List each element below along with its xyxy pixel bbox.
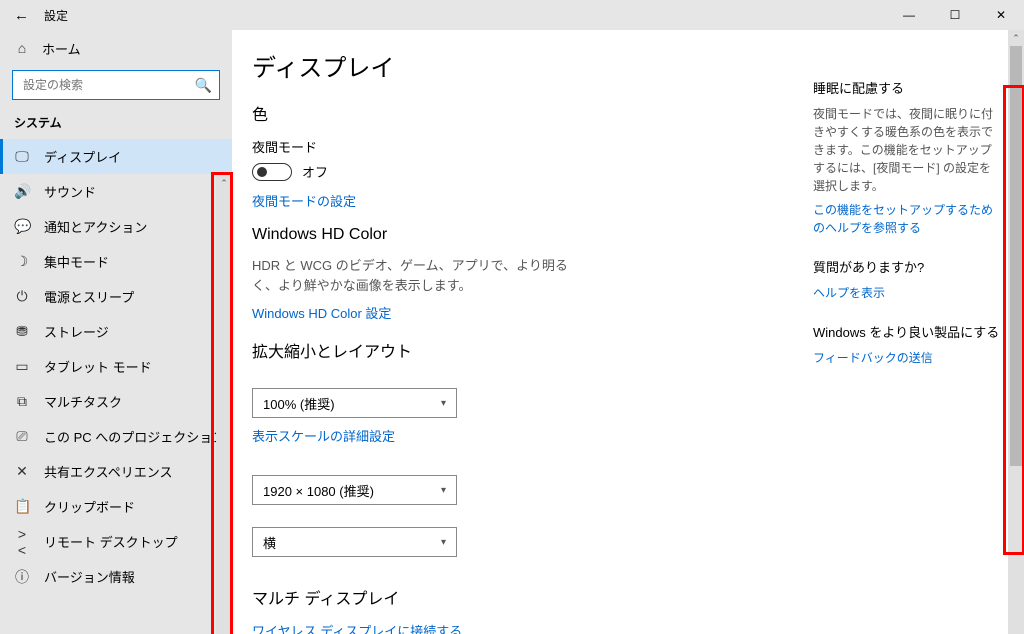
nav-icon: ⎚ <box>14 428 30 445</box>
nav-icon: 💬 <box>14 218 30 235</box>
sidebar-item-label: 共有エクスペリエンス <box>44 462 172 481</box>
nav-icon: ✕ <box>14 463 30 480</box>
sidebar-item[interactable]: 📋 クリップボード <box>0 489 232 524</box>
sidebar-item[interactable]: >< リモート デスクトップ <box>0 524 232 559</box>
back-button[interactable]: ← <box>14 7 32 24</box>
scale-dropdown[interactable]: 100% (推奨) ▾ <box>252 388 457 418</box>
chevron-down-icon: ▾ <box>441 485 446 496</box>
nav-icon: 📋 <box>14 498 30 515</box>
minimize-button[interactable]: — <box>886 0 932 30</box>
nav-icon: ⧉ <box>14 393 30 410</box>
nav-icon: 🖵 <box>14 148 30 165</box>
nav-icon: ⛃ <box>14 323 30 340</box>
sidebar-item[interactable]: ☽ 集中モード <box>0 244 232 279</box>
sidebar-item[interactable]: ⛃ ストレージ <box>0 314 232 349</box>
aside-feedback-heading: Windows をより良い製品にする <box>813 322 1000 341</box>
close-button[interactable]: ✕ <box>978 0 1024 30</box>
sidebar-item-label: この PC へのプロジェクション <box>44 427 225 446</box>
group-label-system: システム <box>0 108 232 139</box>
sidebar-item-label: 電源とスリープ <box>44 287 134 306</box>
search-input[interactable] <box>12 70 220 100</box>
sidebar-item[interactable]: ⎚ この PC へのプロジェクション <box>0 419 232 454</box>
night-mode-settings-link[interactable]: 夜間モードの設定 <box>252 191 793 210</box>
section-scale-layout: 拡大縮小とレイアウト <box>252 338 793 362</box>
section-multi-display: マルチ ディスプレイ <box>252 585 793 609</box>
scale-advanced-link[interactable]: 表示スケールの詳細設定 <box>252 426 793 445</box>
sidebar-item[interactable]: ⏻ 電源とスリープ <box>0 279 232 314</box>
maximize-button[interactable]: ☐ <box>932 0 978 30</box>
sidebar-item[interactable]: 🔊 サウンド <box>0 174 232 209</box>
chevron-down-icon: ▾ <box>441 537 446 548</box>
home-link[interactable]: ⌂ ホーム <box>0 30 232 66</box>
page-title: ディスプレイ <box>252 48 793 83</box>
sidebar-item-label: 通知とアクション <box>44 217 147 236</box>
sidebar-item[interactable]: ⧉ マルチタスク <box>0 384 232 419</box>
sidebar-item-label: ディスプレイ <box>44 147 121 166</box>
resolution-dropdown[interactable]: 1920 × 1080 (推奨) ▾ <box>252 475 457 505</box>
titlebar: ← 設定 — ☐ ✕ <box>0 0 1024 30</box>
sidebar-item-label: リモート デスクトップ <box>44 532 178 551</box>
orientation-value: 横 <box>263 533 276 552</box>
sidebar-item-label: バージョン情報 <box>44 567 135 586</box>
scrollbar-thumb[interactable] <box>1010 46 1022 466</box>
nav-icon: ▭ <box>14 358 30 375</box>
sidebar-item-label: クリップボード <box>44 497 135 516</box>
chevron-down-icon: ▾ <box>441 398 446 409</box>
sidebar-item[interactable]: 💬 通知とアクション <box>0 209 232 244</box>
scale-value: 100% (推奨) <box>263 394 335 413</box>
toggle-state-label: オフ <box>302 162 328 181</box>
wireless-display-link[interactable]: ワイヤレス ディスプレイに接続する <box>252 621 793 634</box>
night-mode-label: 夜間モード <box>252 137 793 156</box>
nav-icon: 🔊 <box>14 183 30 200</box>
aside-sleep-desc: 夜間モードでは、夜間に眠りに付きやすくする暖色系の色を表示できます。この機能をセ… <box>813 105 1000 195</box>
home-icon: ⌂ <box>14 40 30 56</box>
resolution-value: 1920 × 1080 (推奨) <box>263 481 374 500</box>
main-content: ディスプレイ 色 夜間モード オフ 夜間モードの設定 Windows HD Co… <box>232 30 813 634</box>
section-color: 色 <box>252 101 793 125</box>
nav-icon: ⓘ <box>14 567 30 587</box>
home-label: ホーム <box>42 39 81 58</box>
nav-icon: ☽ <box>14 253 30 270</box>
sidebar: ⌂ ホーム 🔍 システム 🖵 ディスプレイ 🔊 サウンド 💬 通知とアクション ☽ 集中モード… <box>0 30 232 634</box>
sidebar-item-label: 集中モード <box>44 252 109 271</box>
sidebar-item[interactable]: ⓘ バージョン情報 <box>0 559 232 594</box>
aside-question-heading: 質問がありますか? <box>813 257 1000 276</box>
aside-sleep-heading: 睡眠に配慮する <box>813 78 1000 97</box>
scroll-up-icon[interactable]: ⌃ <box>216 175 232 191</box>
scroll-up-icon[interactable]: ⌃ <box>1008 30 1024 46</box>
sidebar-item[interactable]: ✕ 共有エクスペリエンス <box>0 454 232 489</box>
aside-panel: 睡眠に配慮する 夜間モードでは、夜間に眠りに付きやすくする暖色系の色を表示できま… <box>813 30 1008 634</box>
hd-color-desc: HDR と WCG のビデオ、ゲーム、アプリで、より明るく、より鮮やかな画像を表… <box>252 256 592 295</box>
aside-help-link[interactable]: ヘルプを表示 <box>813 284 1000 302</box>
nav-icon: ⏻ <box>14 288 30 305</box>
sidebar-item-label: マルチタスク <box>44 392 122 411</box>
night-mode-toggle[interactable] <box>252 163 292 181</box>
sidebar-scrollbar[interactable]: ⌃ <box>216 175 232 634</box>
window-title: 設定 <box>44 7 68 24</box>
sidebar-item-label: ストレージ <box>44 322 109 341</box>
search-icon: 🔍 <box>195 77 212 94</box>
nav-icon: >< <box>14 526 30 558</box>
sidebar-item[interactable]: 🖵 ディスプレイ <box>0 139 232 174</box>
hd-color-settings-link[interactable]: Windows HD Color 設定 <box>252 303 793 322</box>
aside-feedback-link[interactable]: フィードバックの送信 <box>813 349 1000 367</box>
nav-list: 🖵 ディスプレイ 🔊 サウンド 💬 通知とアクション ☽ 集中モード ⏻ 電源とスリープ ⛃ ストレー… <box>0 139 232 634</box>
main-scrollbar[interactable]: ⌃ <box>1008 30 1024 634</box>
sidebar-item-label: タブレット モード <box>44 357 152 376</box>
sidebar-item-label: サウンド <box>44 182 96 201</box>
orientation-dropdown[interactable]: 横 ▾ <box>252 527 457 557</box>
aside-sleep-help-link[interactable]: この機能をセットアップするためのヘルプを参照する <box>813 201 1000 237</box>
sidebar-item[interactable]: ▭ タブレット モード <box>0 349 232 384</box>
section-hd-color: Windows HD Color <box>252 226 793 244</box>
